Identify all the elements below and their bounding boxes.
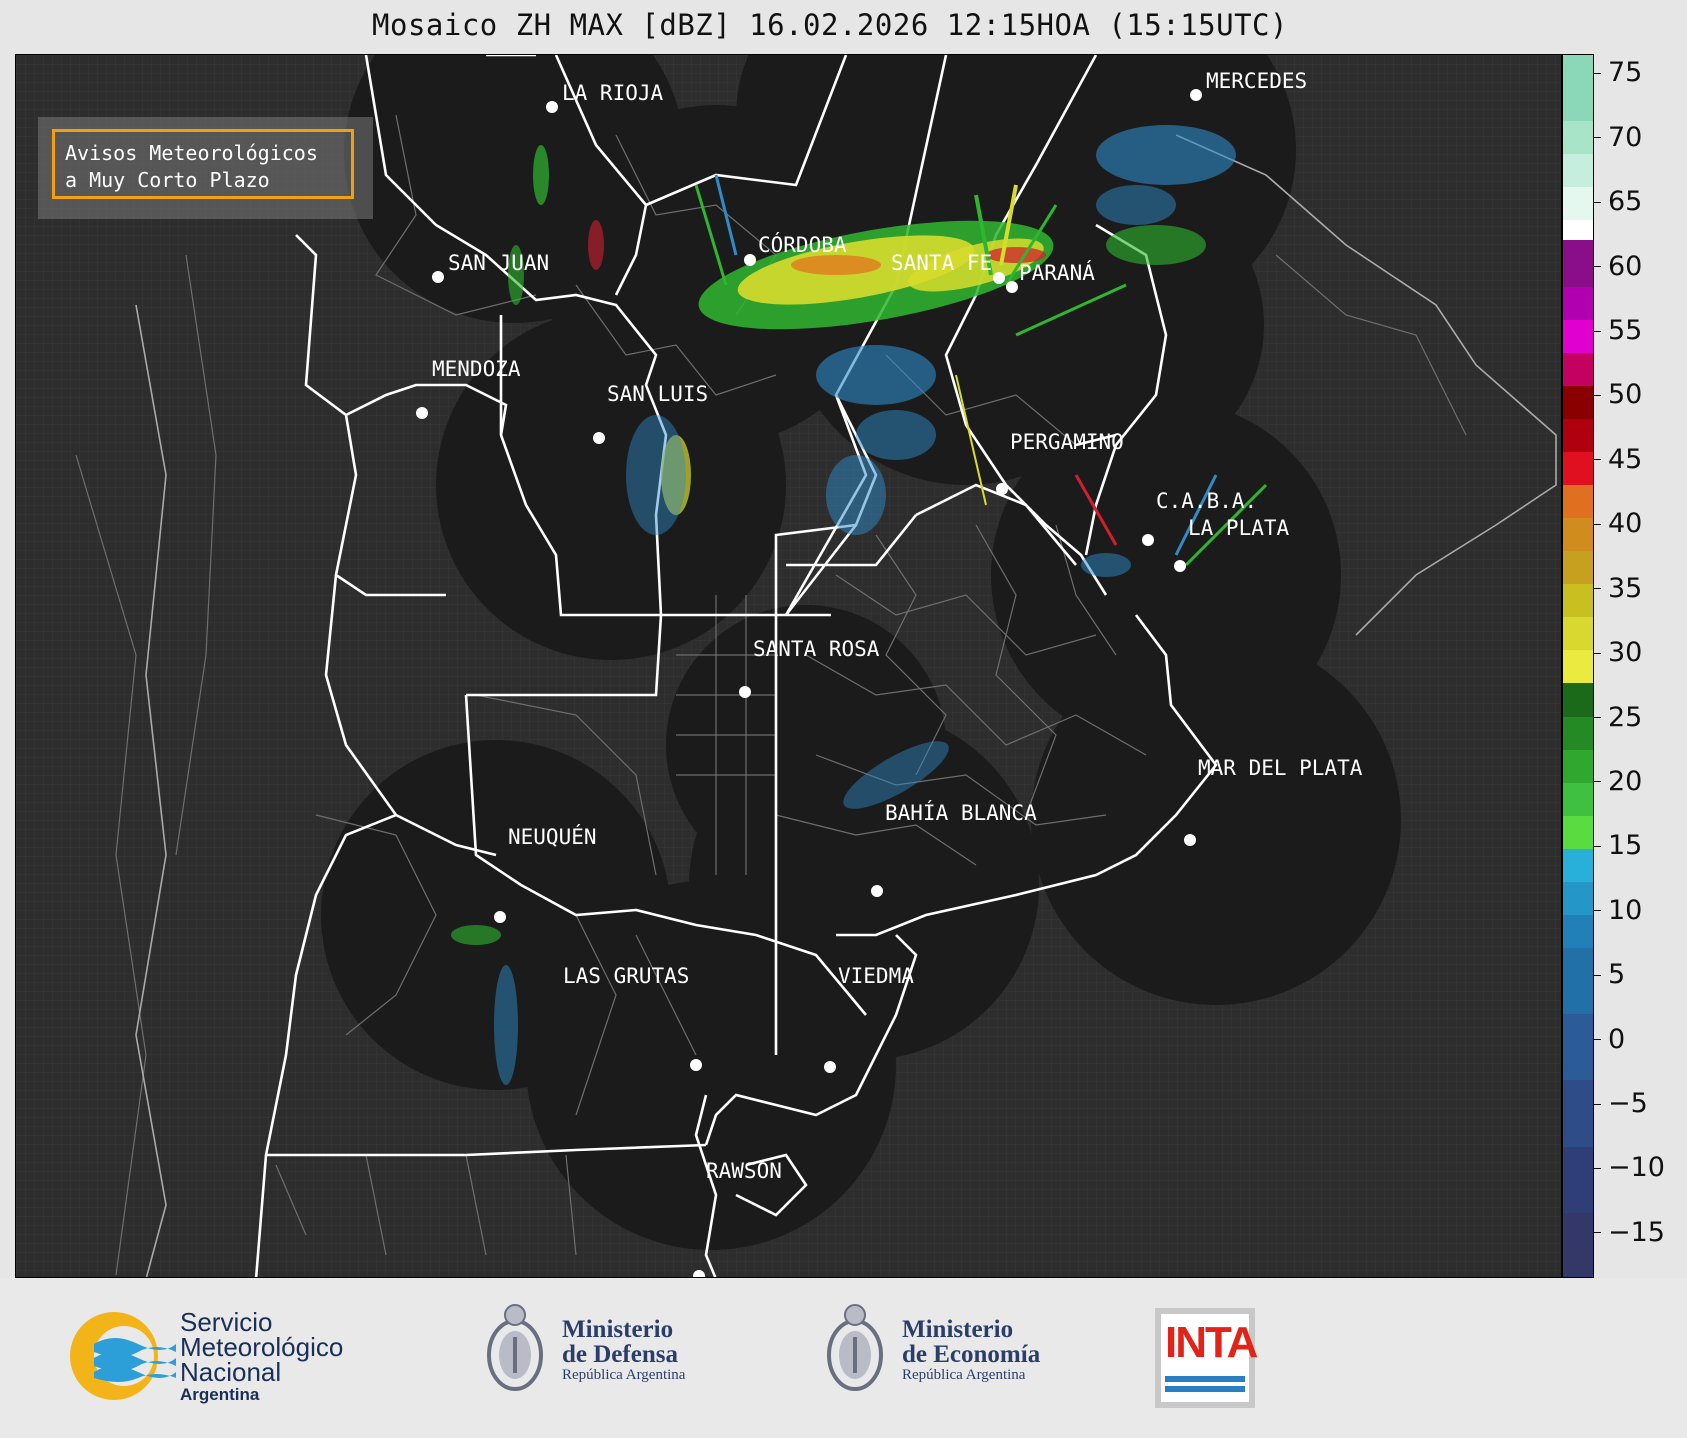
- colorbar-segment: [1563, 518, 1593, 552]
- svg-text:MERCEDES: MERCEDES: [1206, 69, 1307, 93]
- smn-line-3: Nacional: [180, 1357, 282, 1387]
- colorbar-tick-label: 30: [1594, 637, 1642, 668]
- colorbar-segment: [1563, 187, 1593, 221]
- colorbar-tick-label: 40: [1594, 508, 1642, 539]
- colorbar-tick-label: 50: [1594, 379, 1642, 410]
- coat-of-arms-icon: [827, 1304, 883, 1391]
- colorbar-segment: [1563, 286, 1593, 320]
- svg-text:C.A.B.A.: C.A.B.A.: [1156, 489, 1257, 513]
- colorbar-segment: [1563, 385, 1593, 419]
- map-canvas: LA RIOJA MERCEDES SAN JUAN CÓRDOBA SANTA…: [16, 55, 1561, 1277]
- colorbar-segment: [1563, 551, 1593, 585]
- footer-logos: Servicio Meteorológico Nacional Argentin…: [0, 1278, 1687, 1438]
- colorbar-segment: [1563, 848, 1593, 882]
- economia-line-2: de Economía: [902, 1341, 1041, 1368]
- economia-logo: Ministerio de Economía República Argenti…: [820, 1293, 1080, 1413]
- colorbar: [1562, 54, 1594, 1278]
- notice-box: Avisos Meteorológicos a Muy Corto Plazo: [38, 117, 373, 219]
- notice-line-2: a Muy Corto Plazo: [65, 168, 270, 192]
- colorbar-tick-label: 20: [1594, 766, 1642, 797]
- svg-text:SANTA ROSA: SANTA ROSA: [753, 637, 880, 661]
- colorbar-segment: [1563, 1146, 1593, 1213]
- colorbar-segment: [1563, 948, 1593, 1015]
- colorbar-segment: [1563, 352, 1593, 386]
- smn-sub: Argentina: [180, 1385, 260, 1404]
- defensa-sub: República Argentina: [562, 1367, 686, 1383]
- svg-text:MENDOZA: MENDOZA: [432, 357, 521, 381]
- colorbar-tick-label: −5: [1594, 1088, 1648, 1119]
- colorbar-tick-label: 35: [1594, 573, 1642, 604]
- economia-line-1: Ministerio: [902, 1316, 1014, 1343]
- smn-logo: Servicio Meteorológico Nacional Argentin…: [66, 1306, 386, 1406]
- svg-text:LA PLATA: LA PLATA: [1188, 516, 1290, 540]
- colorbar-segment: [1563, 220, 1593, 241]
- colorbar-tick-label: −15: [1594, 1217, 1665, 1248]
- colorbar-segment: [1563, 716, 1593, 750]
- colorbar-segment: [1563, 1014, 1593, 1081]
- colorbar-segment: [1563, 915, 1593, 949]
- inta-label: INTA: [1165, 1318, 1258, 1367]
- defensa-logo: Ministerio de Defensa República Argentin…: [480, 1293, 740, 1413]
- defensa-line-1: Ministerio: [562, 1316, 674, 1343]
- svg-text:PERGAMINO: PERGAMINO: [1010, 430, 1124, 454]
- notice-line-1: Avisos Meteorológicos: [65, 141, 318, 165]
- colorbar-tick-label: 45: [1594, 444, 1642, 475]
- colorbar-segment: [1563, 683, 1593, 717]
- colorbar-tick-label: 60: [1594, 251, 1642, 282]
- coat-of-arms-icon: [487, 1304, 543, 1391]
- svg-text:RAWSON: RAWSON: [706, 1159, 782, 1183]
- colorbar-segment: [1563, 485, 1593, 519]
- svg-text:VIEDMA: VIEDMA: [838, 964, 914, 988]
- colorbar-segment: [1563, 240, 1593, 287]
- svg-text:LAS GRUTAS: LAS GRUTAS: [563, 964, 689, 988]
- svg-text:SANTA FE: SANTA FE: [891, 251, 992, 275]
- colorbar-tick-label: 75: [1594, 57, 1642, 88]
- colorbar-tick-label: 55: [1594, 315, 1642, 346]
- economia-sub: República Argentina: [902, 1367, 1026, 1383]
- colorbar-segment: [1563, 749, 1593, 783]
- colorbar-tick-label: 65: [1594, 186, 1642, 217]
- colorbar-tick-label: −10: [1594, 1152, 1665, 1183]
- colorbar-tick-label: 5: [1594, 959, 1625, 990]
- colorbar-segment: [1563, 881, 1593, 916]
- svg-text:LA RIOJA: LA RIOJA: [562, 81, 664, 105]
- colorbar-segment: [1563, 782, 1593, 816]
- colorbar-tick-label: 25: [1594, 702, 1642, 733]
- colorbar-segment: [1563, 1080, 1593, 1147]
- svg-text:BAHÍA BLANCA: BAHÍA BLANCA: [885, 800, 1037, 825]
- colorbar-segment: [1563, 815, 1593, 849]
- svg-text:MAR DEL PLATA: MAR DEL PLATA: [1198, 756, 1363, 780]
- defensa-line-2: de Defensa: [562, 1341, 678, 1368]
- svg-text:PARANÁ: PARANÁ: [1019, 260, 1095, 285]
- colorbar-tick-label: 0: [1594, 1024, 1625, 1055]
- colorbar-segment: [1563, 319, 1593, 353]
- svg-text:CÓRDOBA: CÓRDOBA: [758, 232, 847, 257]
- colorbar-tick-label: 10: [1594, 895, 1642, 926]
- smn-emblem-icon: [70, 1312, 176, 1400]
- notice-frame: Avisos Meteorológicos a Muy Corto Plazo: [52, 129, 354, 199]
- inta-logo: INTA: [1155, 1308, 1258, 1408]
- colorbar-segment: [1563, 418, 1593, 452]
- svg-text:SAN LUIS: SAN LUIS: [607, 382, 708, 406]
- colorbar-segment: [1563, 55, 1593, 122]
- colorbar-segment: [1563, 584, 1593, 618]
- colorbar-segment: [1563, 617, 1593, 651]
- colorbar-segment: [1563, 1212, 1593, 1277]
- colorbar-segment: [1563, 650, 1593, 684]
- colorbar-segment: [1563, 154, 1593, 188]
- map-title: Mosaico ZH MAX [dBZ] 16.02.2026 12:15HOA…: [372, 8, 1288, 42]
- colorbar-tick-label: 15: [1594, 830, 1642, 861]
- colorbar-segment: [1563, 121, 1593, 155]
- colorbar-tick-label: 70: [1594, 122, 1642, 153]
- colorbar-segment: [1563, 451, 1593, 486]
- svg-text:SAN JUAN: SAN JUAN: [448, 251, 549, 275]
- svg-text:NEUQUÉN: NEUQUÉN: [508, 824, 597, 849]
- radar-map[interactable]: LA RIOJA MERCEDES SAN JUAN CÓRDOBA SANTA…: [15, 54, 1562, 1278]
